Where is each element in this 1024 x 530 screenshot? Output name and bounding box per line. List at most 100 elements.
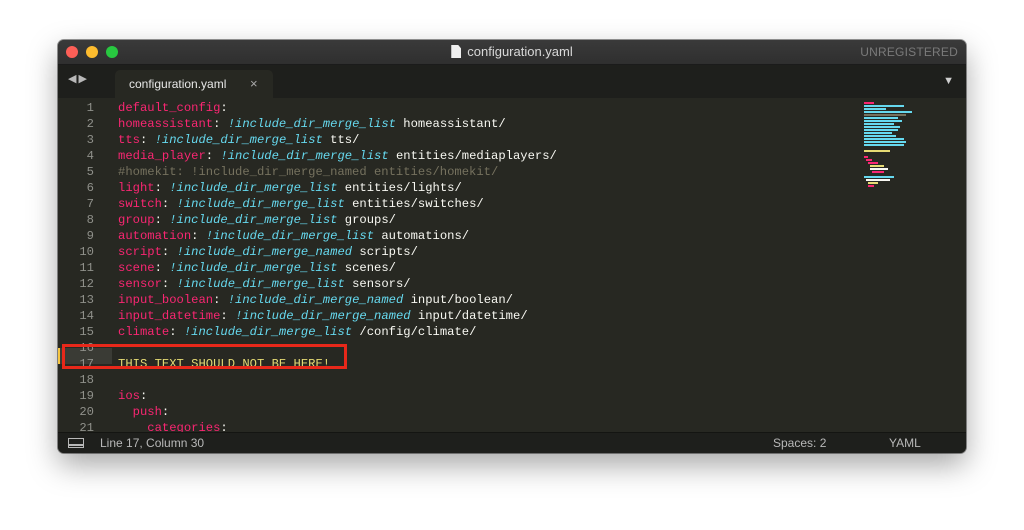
code-line[interactable]: 21 categories: [58,420,858,432]
line-content: script: !include_dir_merge_named scripts… [118,244,418,260]
line-number: 18 [79,373,94,387]
close-window-button[interactable] [66,46,78,58]
yaml-colon: : [220,309,228,323]
yaml-colon: : [213,117,221,131]
minimap-stroke [868,162,878,164]
tab-configuration-yaml[interactable]: configuration.yaml × [115,70,273,98]
yaml-colon: : [220,101,228,115]
yaml-colon: : [161,405,170,419]
yaml-colon: : [139,133,148,147]
back-arrow-icon[interactable]: ◀ [68,73,78,85]
yaml-key: tts [118,133,140,147]
tab-list-dropdown-icon[interactable]: ▼ [943,75,954,87]
yaml-value: entities/switches/ [352,197,484,211]
status-bar: Line 17, Column 30 Spaces: 2 YAML [58,432,966,453]
yaml-key: categories [147,421,221,432]
code-line[interactable]: 18 [58,372,858,388]
line-content: switch: !include_dir_merge_list entities… [118,196,484,212]
line-number: 8 [86,213,94,227]
line-content: media_player: !include_dir_merge_list en… [118,148,557,164]
indentation [118,421,147,432]
tab-label: configuration.yaml [129,77,227,91]
yaml-tag: !include_dir_merge_list [176,277,345,291]
line-number: 12 [79,277,94,291]
yaml-tag: !include_dir_merge_list [176,197,345,211]
close-tab-icon[interactable]: × [250,76,258,91]
line-number: 3 [86,133,94,147]
yaml-colon: : [191,229,199,243]
yaml-comment: #homekit: !include_dir_merge_named entit… [118,165,499,179]
code-line[interactable]: 10 script: !include_dir_merge_named scrip… [58,244,858,260]
code-line[interactable]: 12 sensor: !include_dir_merge_list sensor… [58,276,858,292]
yaml-key: sensor [118,277,162,291]
code-line[interactable]: 19 ios: [58,388,858,404]
yaml-tag: !include_dir_merge_list [169,261,338,275]
line-content: input_boolean: !include_dir_merge_named … [118,292,513,308]
yaml-value: scenes/ [344,261,396,275]
code-line[interactable]: 11 scene: !include_dir_merge_list scenes/ [58,260,858,276]
minimap-stroke [864,114,906,116]
yaml-tag: !include_dir_merge_list [220,149,389,163]
minimap-stroke [870,168,888,170]
code-editor[interactable]: 1 default_config: 2 homeassistant: !include… [58,98,966,432]
yaml-value: automations/ [381,229,470,243]
yaml-key: group [118,213,155,227]
minimap-stroke [864,117,898,119]
yaml-key: input_datetime [118,309,221,323]
minimap[interactable] [864,102,934,192]
syntax-mode[interactable]: YAML [889,433,921,453]
yaml-key: input_boolean [118,293,214,307]
minimap-stroke [864,105,904,107]
minimap-stroke [866,159,872,161]
zoom-window-button[interactable] [106,46,118,58]
yaml-key: script [118,245,162,259]
line-number: 15 [79,325,94,339]
minimize-window-button[interactable] [86,46,98,58]
yaml-key: scene [118,261,155,275]
yaml-key: default_config [118,101,221,115]
yaml-key: light [118,181,155,195]
window-title-area: configuration.yaml [58,40,966,64]
yaml-value: /config/climate/ [359,325,477,339]
code-line[interactable]: 20 push: [58,404,858,420]
yaml-colon: : [154,213,162,227]
unregistered-label: UNREGISTERED [860,45,958,59]
yaml-value: groups/ [344,213,396,227]
panel-toggle-icon[interactable] [68,438,84,448]
tab-bar: ◀▶ configuration.yaml × ▼ [58,65,966,98]
code-line[interactable]: 9 automation: !include_dir_merge_list aut… [58,228,858,244]
editor-window: configuration.yaml UNREGISTERED ◀▶ confi… [58,40,966,453]
yaml-value: homeassistant/ [403,117,506,131]
code-line[interactable]: 2 homeassistant: !include_dir_merge_list … [58,116,858,132]
code-line[interactable]: 15 climate: !include_dir_merge_list /conf… [58,324,858,340]
code-line[interactable]: 13 input_boolean: !include_dir_merge_name… [58,292,858,308]
code-line[interactable]: 5 #homekit: !include_dir_merge_named enti… [58,164,858,180]
line-number: 20 [79,405,94,419]
line-content: ios: [118,388,147,404]
code-line[interactable]: 14 input_datetime: !include_dir_merge_nam… [58,308,858,324]
line-number: 11 [79,261,94,275]
yaml-tag: !include_dir_merge_list [205,229,375,243]
minimap-stroke [864,120,902,122]
minimap-stroke [864,102,874,104]
line-content: input_datetime: !include_dir_merge_named… [118,308,528,324]
yaml-tag: !include_dir_merge_list [227,117,396,131]
code-line[interactable]: 1 default_config: [58,100,858,116]
code-line[interactable]: 3 tts: !include_dir_merge_list tts/ [58,132,858,148]
code-line[interactable]: 4 media_player: !include_dir_merge_list e… [58,148,858,164]
forward-arrow-icon[interactable]: ▶ [78,73,88,85]
yaml-tag: !include_dir_merge_list [169,213,338,227]
minimap-stroke [864,111,912,113]
line-content: automation: !include_dir_merge_list auto… [118,228,469,244]
code-line[interactable]: 7 switch: !include_dir_merge_list entitie… [58,196,858,212]
yaml-tag: !include_dir_merge_list [183,325,353,339]
yaml-colon: : [154,261,162,275]
line-content: homeassistant: !include_dir_merge_list h… [118,116,506,132]
indentation-setting[interactable]: Spaces: 2 [773,433,826,453]
yaml-value: tts/ [330,133,360,147]
line-number: 14 [79,309,94,323]
line-content: sensor: !include_dir_merge_list sensors/ [118,276,411,292]
yaml-value: entities/lights/ [344,181,462,195]
code-line[interactable]: 6 light: !include_dir_merge_list entities… [58,180,858,196]
code-line[interactable]: 8 group: !include_dir_merge_list groups/ [58,212,858,228]
